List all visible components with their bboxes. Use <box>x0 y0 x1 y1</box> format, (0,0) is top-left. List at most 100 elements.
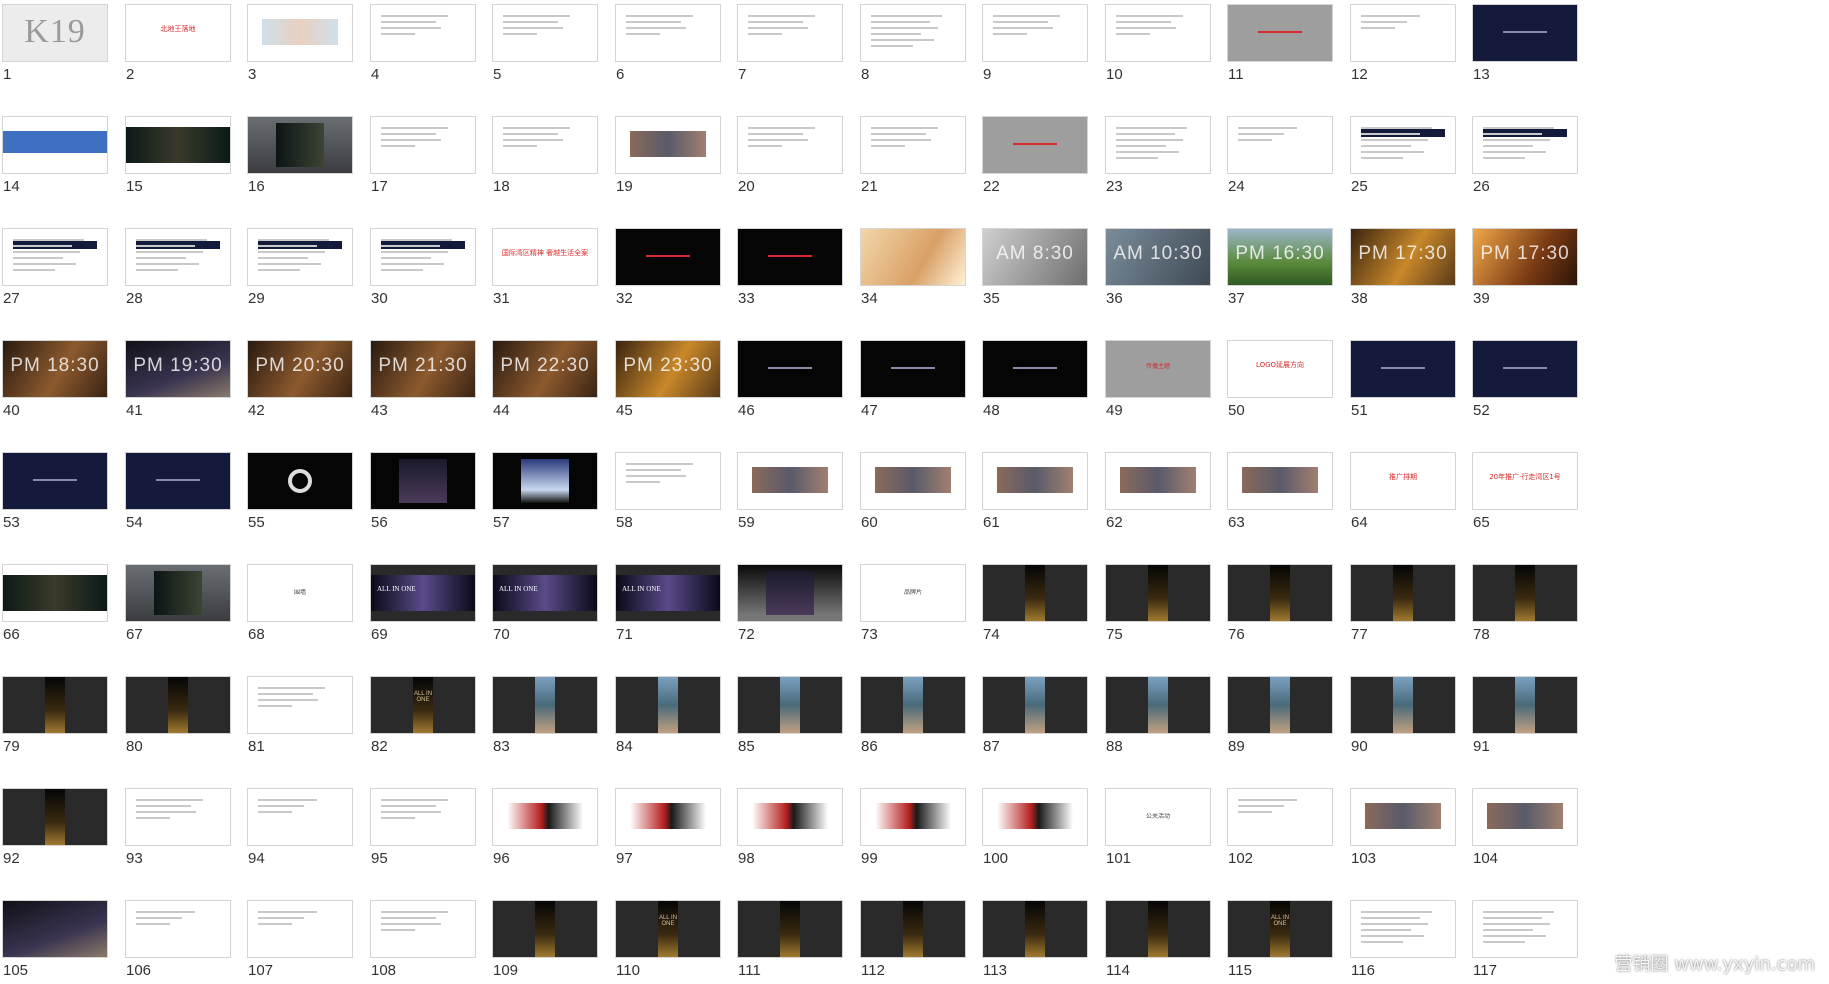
slide-thumbnail-72[interactable]: 72 <box>735 560 845 646</box>
slide-thumbnail-68[interactable]: 围墙 68 <box>245 560 355 646</box>
slide-thumbnail-43[interactable]: PM 21:30 43 <box>368 336 478 422</box>
slide-thumbnail-96[interactable]: 96 <box>490 784 600 870</box>
slide-thumbnail-48[interactable]: 48 <box>980 336 1090 422</box>
slide-thumbnail-52[interactable]: 52 <box>1470 336 1580 422</box>
slide-thumbnail-49[interactable]: 传播主题 49 <box>1103 336 1213 422</box>
slide-thumbnail-75[interactable]: 75 <box>1103 560 1213 646</box>
slide-thumbnail-31[interactable]: 国际湾区精神 奢越生活全案 31 <box>490 224 600 310</box>
slide-thumbnail-45[interactable]: PM 23:30 45 <box>613 336 723 422</box>
slide-thumbnail-101[interactable]: 公关活动 101 <box>1103 784 1213 870</box>
slide-thumbnail-114[interactable]: 114 <box>1103 896 1213 982</box>
slide-thumbnail-70[interactable]: ALL IN ONE 70 <box>490 560 600 646</box>
slide-thumbnail-18[interactable]: 18 <box>490 112 600 198</box>
slide-thumbnail-109[interactable]: 109 <box>490 896 600 982</box>
slide-thumbnail-21[interactable]: 21 <box>858 112 968 198</box>
slide-thumbnail-29[interactable]: 29 <box>245 224 355 310</box>
slide-thumbnail-86[interactable]: 86 <box>858 672 968 758</box>
slide-thumbnail-66[interactable]: 66 <box>0 560 110 646</box>
slide-thumbnail-71[interactable]: ALL IN ONE 71 <box>613 560 723 646</box>
slide-thumbnail-26[interactable]: 26 <box>1470 112 1580 198</box>
slide-thumbnail-4[interactable]: 4 <box>368 0 478 86</box>
slide-thumbnail-97[interactable]: 97 <box>613 784 723 870</box>
slide-thumbnail-36[interactable]: AM 10:30 36 <box>1103 224 1213 310</box>
slide-thumbnail-81[interactable]: 81 <box>245 672 355 758</box>
slide-thumbnail-64[interactable]: 推广排期 64 <box>1348 448 1458 534</box>
slide-thumbnail-62[interactable]: 62 <box>1103 448 1213 534</box>
slide-thumbnail-61[interactable]: 61 <box>980 448 1090 534</box>
slide-thumbnail-77[interactable]: 77 <box>1348 560 1458 646</box>
slide-thumbnail-7[interactable]: 7 <box>735 0 845 86</box>
slide-thumbnail-54[interactable]: 54 <box>123 448 233 534</box>
slide-thumbnail-51[interactable]: 51 <box>1348 336 1458 422</box>
slide-thumbnail-112[interactable]: 112 <box>858 896 968 982</box>
slide-thumbnail-5[interactable]: 5 <box>490 0 600 86</box>
slide-thumbnail-91[interactable]: 91 <box>1470 672 1580 758</box>
slide-thumbnail-111[interactable]: 111 <box>735 896 845 982</box>
slide-thumbnail-90[interactable]: 90 <box>1348 672 1458 758</box>
slide-thumbnail-99[interactable]: 99 <box>858 784 968 870</box>
slide-thumbnail-30[interactable]: 30 <box>368 224 478 310</box>
slide-thumbnail-102[interactable]: 102 <box>1225 784 1335 870</box>
slide-thumbnail-10[interactable]: 10 <box>1103 0 1213 86</box>
slide-thumbnail-34[interactable]: 34 <box>858 224 968 310</box>
slide-thumbnail-16[interactable]: 16 <box>245 112 355 198</box>
slide-thumbnail-82[interactable]: ALL IN ONE 82 <box>368 672 478 758</box>
slide-thumbnail-104[interactable]: 104 <box>1470 784 1580 870</box>
slide-thumbnail-69[interactable]: ALL IN ONE 69 <box>368 560 478 646</box>
slide-thumbnail-113[interactable]: 113 <box>980 896 1090 982</box>
slide-thumbnail-22[interactable]: 22 <box>980 112 1090 198</box>
slide-thumbnail-25[interactable]: 25 <box>1348 112 1458 198</box>
slide-thumbnail-65[interactable]: 20年推广·行走湾区1号 65 <box>1470 448 1580 534</box>
slide-thumbnail-24[interactable]: 24 <box>1225 112 1335 198</box>
slide-thumbnail-15[interactable]: 15 <box>123 112 233 198</box>
slide-thumbnail-55[interactable]: 55 <box>245 448 355 534</box>
slide-thumbnail-60[interactable]: 60 <box>858 448 968 534</box>
slide-thumbnail-41[interactable]: PM 19:30 41 <box>123 336 233 422</box>
slide-thumbnail-57[interactable]: 57 <box>490 448 600 534</box>
slide-thumbnail-93[interactable]: 93 <box>123 784 233 870</box>
slide-thumbnail-39[interactable]: PM 17:30 39 <box>1470 224 1580 310</box>
slide-thumbnail-17[interactable]: 17 <box>368 112 478 198</box>
slide-thumbnail-117[interactable]: 117 <box>1470 896 1580 982</box>
slide-thumbnail-12[interactable]: 12 <box>1348 0 1458 86</box>
slide-thumbnail-38[interactable]: PM 17:30 38 <box>1348 224 1458 310</box>
slide-thumbnail-9[interactable]: 9 <box>980 0 1090 86</box>
slide-thumbnail-56[interactable]: 56 <box>368 448 478 534</box>
slide-thumbnail-92[interactable]: 92 <box>0 784 110 870</box>
slide-thumbnail-53[interactable]: 53 <box>0 448 110 534</box>
slide-thumbnail-78[interactable]: 78 <box>1470 560 1580 646</box>
slide-thumbnail-2[interactable]: 北地王落地 2 <box>123 0 233 86</box>
slide-thumbnail-13[interactable]: 13 <box>1470 0 1580 86</box>
slide-thumbnail-37[interactable]: PM 16:30 37 <box>1225 224 1335 310</box>
slide-thumbnail-95[interactable]: 95 <box>368 784 478 870</box>
slide-thumbnail-80[interactable]: 80 <box>123 672 233 758</box>
slide-thumbnail-83[interactable]: 83 <box>490 672 600 758</box>
slide-thumbnail-23[interactable]: 23 <box>1103 112 1213 198</box>
slide-thumbnail-63[interactable]: 63 <box>1225 448 1335 534</box>
slide-thumbnail-89[interactable]: 89 <box>1225 672 1335 758</box>
slide-thumbnail-50[interactable]: LOGO延展方向 50 <box>1225 336 1335 422</box>
slide-thumbnail-28[interactable]: 28 <box>123 224 233 310</box>
slide-thumbnail-79[interactable]: 79 <box>0 672 110 758</box>
slide-thumbnail-98[interactable]: 98 <box>735 784 845 870</box>
slide-thumbnail-73[interactable]: 品牌片 73 <box>858 560 968 646</box>
slide-thumbnail-42[interactable]: PM 20:30 42 <box>245 336 355 422</box>
slide-thumbnail-76[interactable]: 76 <box>1225 560 1335 646</box>
slide-thumbnail-3[interactable]: 3 <box>245 0 355 86</box>
slide-thumbnail-116[interactable]: 116 <box>1348 896 1458 982</box>
slide-thumbnail-115[interactable]: ALL IN ONE 115 <box>1225 896 1335 982</box>
slide-thumbnail-108[interactable]: 108 <box>368 896 478 982</box>
slide-thumbnail-103[interactable]: 103 <box>1348 784 1458 870</box>
slide-thumbnail-27[interactable]: 27 <box>0 224 110 310</box>
slide-thumbnail-11[interactable]: 11 <box>1225 0 1335 86</box>
slide-thumbnail-88[interactable]: 88 <box>1103 672 1213 758</box>
slide-thumbnail-6[interactable]: 6 <box>613 0 723 86</box>
slide-thumbnail-8[interactable]: 8 <box>858 0 968 86</box>
slide-thumbnail-84[interactable]: 84 <box>613 672 723 758</box>
slide-thumbnail-35[interactable]: AM 8:30 35 <box>980 224 1090 310</box>
slide-thumbnail-44[interactable]: PM 22:30 44 <box>490 336 600 422</box>
slide-thumbnail-40[interactable]: PM 18:30 40 <box>0 336 110 422</box>
slide-thumbnail-87[interactable]: 87 <box>980 672 1090 758</box>
slide-thumbnail-58[interactable]: 58 <box>613 448 723 534</box>
slide-thumbnail-19[interactable]: 19 <box>613 112 723 198</box>
